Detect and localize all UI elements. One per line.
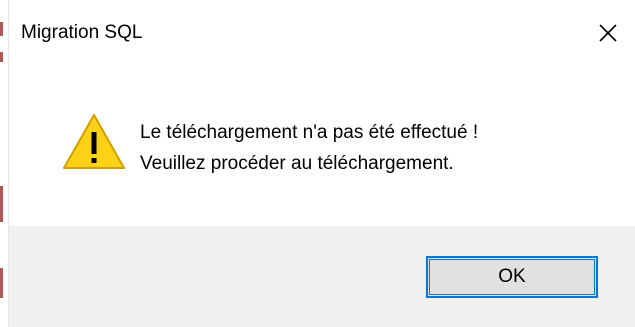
background-window-mark — [0, 186, 3, 222]
background-window-mark — [0, 268, 3, 298]
close-button[interactable] — [581, 6, 635, 60]
close-icon — [599, 24, 617, 42]
background-window-mark — [0, 22, 3, 36]
message-text: Le téléchargement n'a pas été effectué !… — [140, 117, 478, 179]
dialog-content: Le téléchargement n'a pas été effectué !… — [9, 70, 635, 226]
ok-button[interactable]: OK — [426, 256, 598, 298]
message-line-1: Le téléchargement n'a pas été effectué ! — [140, 122, 479, 143]
message-line-2: Veuillez procéder au téléchargement. — [140, 153, 454, 174]
button-bar: OK — [9, 226, 635, 327]
window-title: Migration SQL — [21, 22, 143, 43]
warning-icon — [63, 114, 125, 169]
background-window-edge — [0, 0, 8, 327]
background-window-mark — [0, 52, 3, 62]
message-dialog: Migration SQL Le téléchargement n'a pas … — [0, 0, 635, 327]
title-bar[interactable]: Migration SQL — [9, 0, 635, 70]
